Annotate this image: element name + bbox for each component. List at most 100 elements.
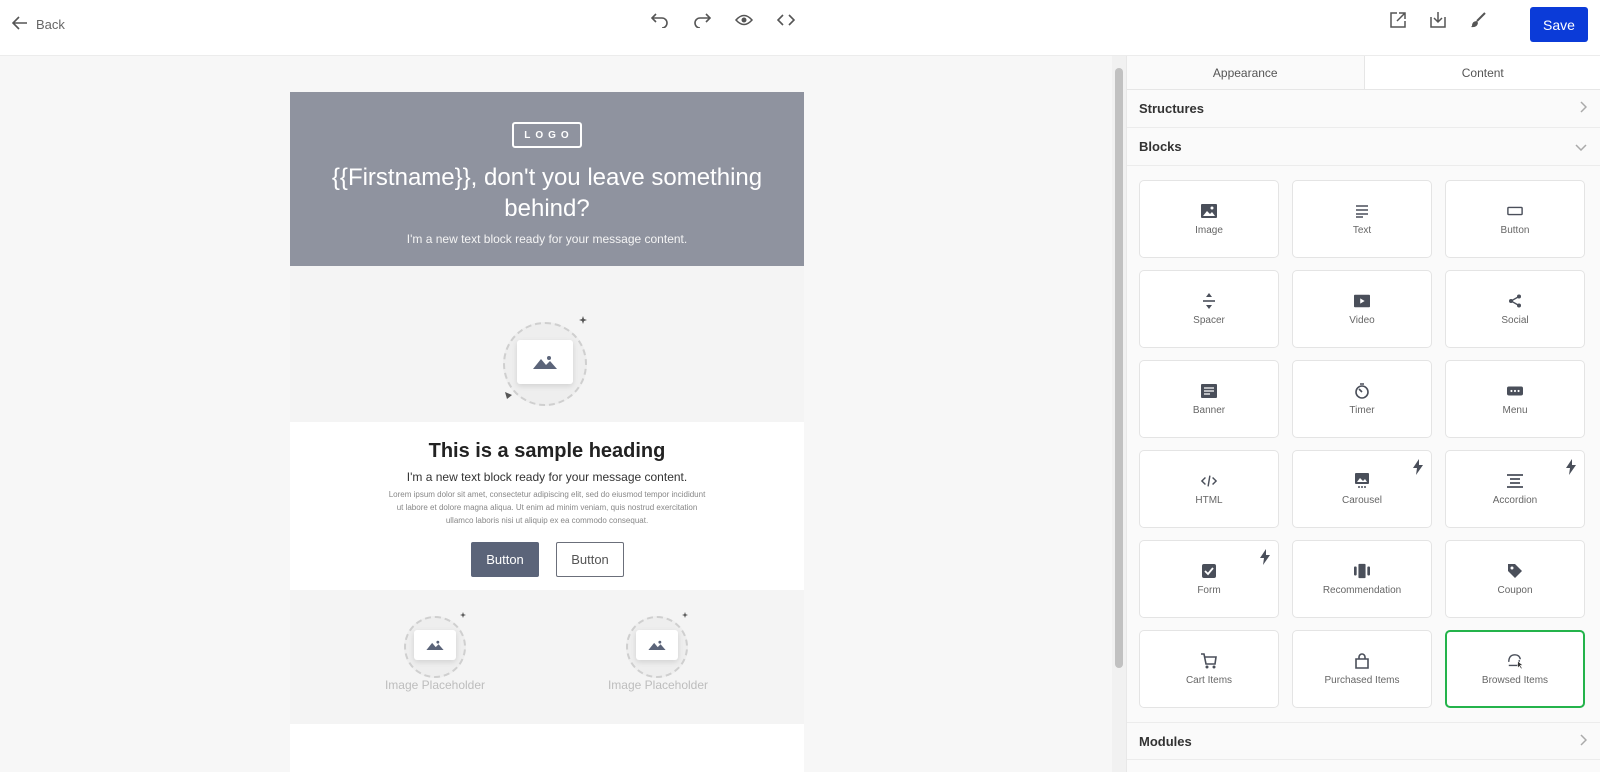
carousel-icon [1354,472,1370,489]
block-recommendation[interactable]: Recommendation [1292,540,1432,618]
banner-icon [1201,383,1217,399]
brush-button[interactable] [1464,10,1492,34]
sample-subtext: I'm a new text block ready for your mess… [406,470,688,484]
hero-section[interactable]: LOGO {{Firstname}}, don't you leave some… [290,92,804,266]
export-button[interactable] [1384,10,1412,34]
block-coupon[interactable]: Coupon [1445,540,1585,618]
block-label: Text [1352,224,1372,236]
image-placeholder-left-label: Image Placeholder [384,678,486,692]
block-spacer[interactable]: Spacer [1139,270,1279,348]
structures-label: Structures [1139,101,1205,116]
blocks-grid: Image Text Button Spacer Video Social Ba… [1139,180,1589,712]
download-icon [1429,11,1447,34]
redo-button[interactable] [688,10,716,34]
image-placeholder-right [620,612,696,678]
browsed-icon [1507,653,1523,669]
block-social[interactable]: Social [1445,270,1585,348]
html-icon [1201,473,1217,489]
text-icon [1354,203,1370,219]
block-html[interactable]: HTML [1139,450,1279,528]
accordion-icon [1507,473,1523,489]
block-label: Accordion [1492,494,1538,506]
block-label: Image [1195,224,1223,236]
external-link-icon [1389,11,1407,34]
block-label: Recommendation [1322,584,1402,596]
two-column-section[interactable]: Image Placeholder Image Placeholder [290,590,804,724]
chevron-right-icon [1579,733,1588,749]
code-icon [776,13,796,32]
block-banner[interactable]: Banner [1139,360,1279,438]
menu-icon [1507,383,1523,399]
block-menu[interactable]: Menu [1445,360,1585,438]
save-button[interactable]: Save [1530,7,1588,42]
undo-icon [650,12,669,33]
recommendation-icon [1354,563,1370,579]
button-icon [1507,203,1523,219]
cart-icon [1201,652,1217,669]
content-panel: Appearance Content Structures Blocks Ima… [1126,56,1600,772]
email-preview: LOGO {{Firstname}}, don't you leave some… [290,92,804,772]
block-form[interactable]: Form [1139,540,1279,618]
block-video[interactable]: Video [1292,270,1432,348]
download-button[interactable] [1424,10,1452,34]
arrow-left-icon [11,15,28,33]
footer-section[interactable] [290,724,804,772]
blocks-label: Blocks [1139,139,1182,154]
content-section[interactable]: This is a sample heading I'm a new text … [290,422,804,590]
block-cart-items[interactable]: Cart Items [1139,630,1279,708]
bag-icon [1354,652,1370,669]
panel-tabs: Appearance Content [1127,56,1600,90]
block-label: Purchased Items [1324,674,1400,686]
block-label: Browsed Items [1481,674,1549,686]
block-browsed-items[interactable]: Browsed Items [1445,630,1585,708]
blocks-row[interactable]: Blocks [1127,128,1600,166]
block-label: Timer [1349,404,1375,416]
block-accordion[interactable]: Accordion [1445,450,1585,528]
image-placeholder-main [495,316,595,406]
chevron-right-icon [1579,101,1588,116]
block-label: Menu [1502,404,1528,416]
video-icon [1354,293,1370,309]
image-icon [636,630,678,660]
document-tools [1384,10,1492,34]
code-view-button[interactable] [772,10,800,34]
block-text[interactable]: Text [1292,180,1432,258]
editor-canvas[interactable]: LOGO {{Firstname}}, don't you leave some… [0,56,1112,772]
block-image[interactable]: Image [1139,180,1279,258]
tab-content[interactable]: Content [1363,56,1600,89]
logo: LOGO [512,122,582,148]
form-icon [1201,563,1217,579]
scroll-thumb[interactable] [1115,68,1123,668]
block-button[interactable]: Button [1445,180,1585,258]
chevron-down-icon [1575,139,1587,154]
block-label: Banner [1192,404,1226,416]
block-label: Button [1500,224,1530,236]
block-purchased-items[interactable]: Purchased Items [1292,630,1432,708]
primary-button[interactable]: Button [471,542,539,577]
modules-label: Modules [1139,733,1192,749]
block-timer[interactable]: Timer [1292,360,1432,438]
undo-button[interactable] [646,10,674,34]
coupon-icon [1507,563,1523,579]
image-section[interactable] [290,266,804,422]
block-label: Form [1197,584,1221,596]
hero-text: I'm a new text block ready for your mess… [406,232,688,246]
canvas-scrollbar[interactable] [1112,56,1126,772]
block-label: Social [1501,314,1529,326]
share-icon [1507,293,1523,309]
structures-row[interactable]: Structures [1127,90,1600,128]
modules-row[interactable]: Modules [1127,722,1600,760]
back-button[interactable]: Back [11,14,65,34]
eye-icon [734,13,754,32]
block-label: HTML [1195,494,1223,506]
block-label: Carousel [1341,494,1383,506]
block-label: Video [1349,314,1375,326]
bolt-icon [1566,459,1576,480]
spacer-icon [1201,292,1217,309]
lorem-paragraph: Lorem ipsum dolor sit amet, consectetur … [388,490,706,525]
block-carousel[interactable]: Carousel [1292,450,1432,528]
preview-button[interactable] [730,10,758,34]
tab-appearance[interactable]: Appearance [1127,56,1364,89]
image-placeholder-left [398,612,474,678]
secondary-button[interactable]: Button [556,542,624,577]
